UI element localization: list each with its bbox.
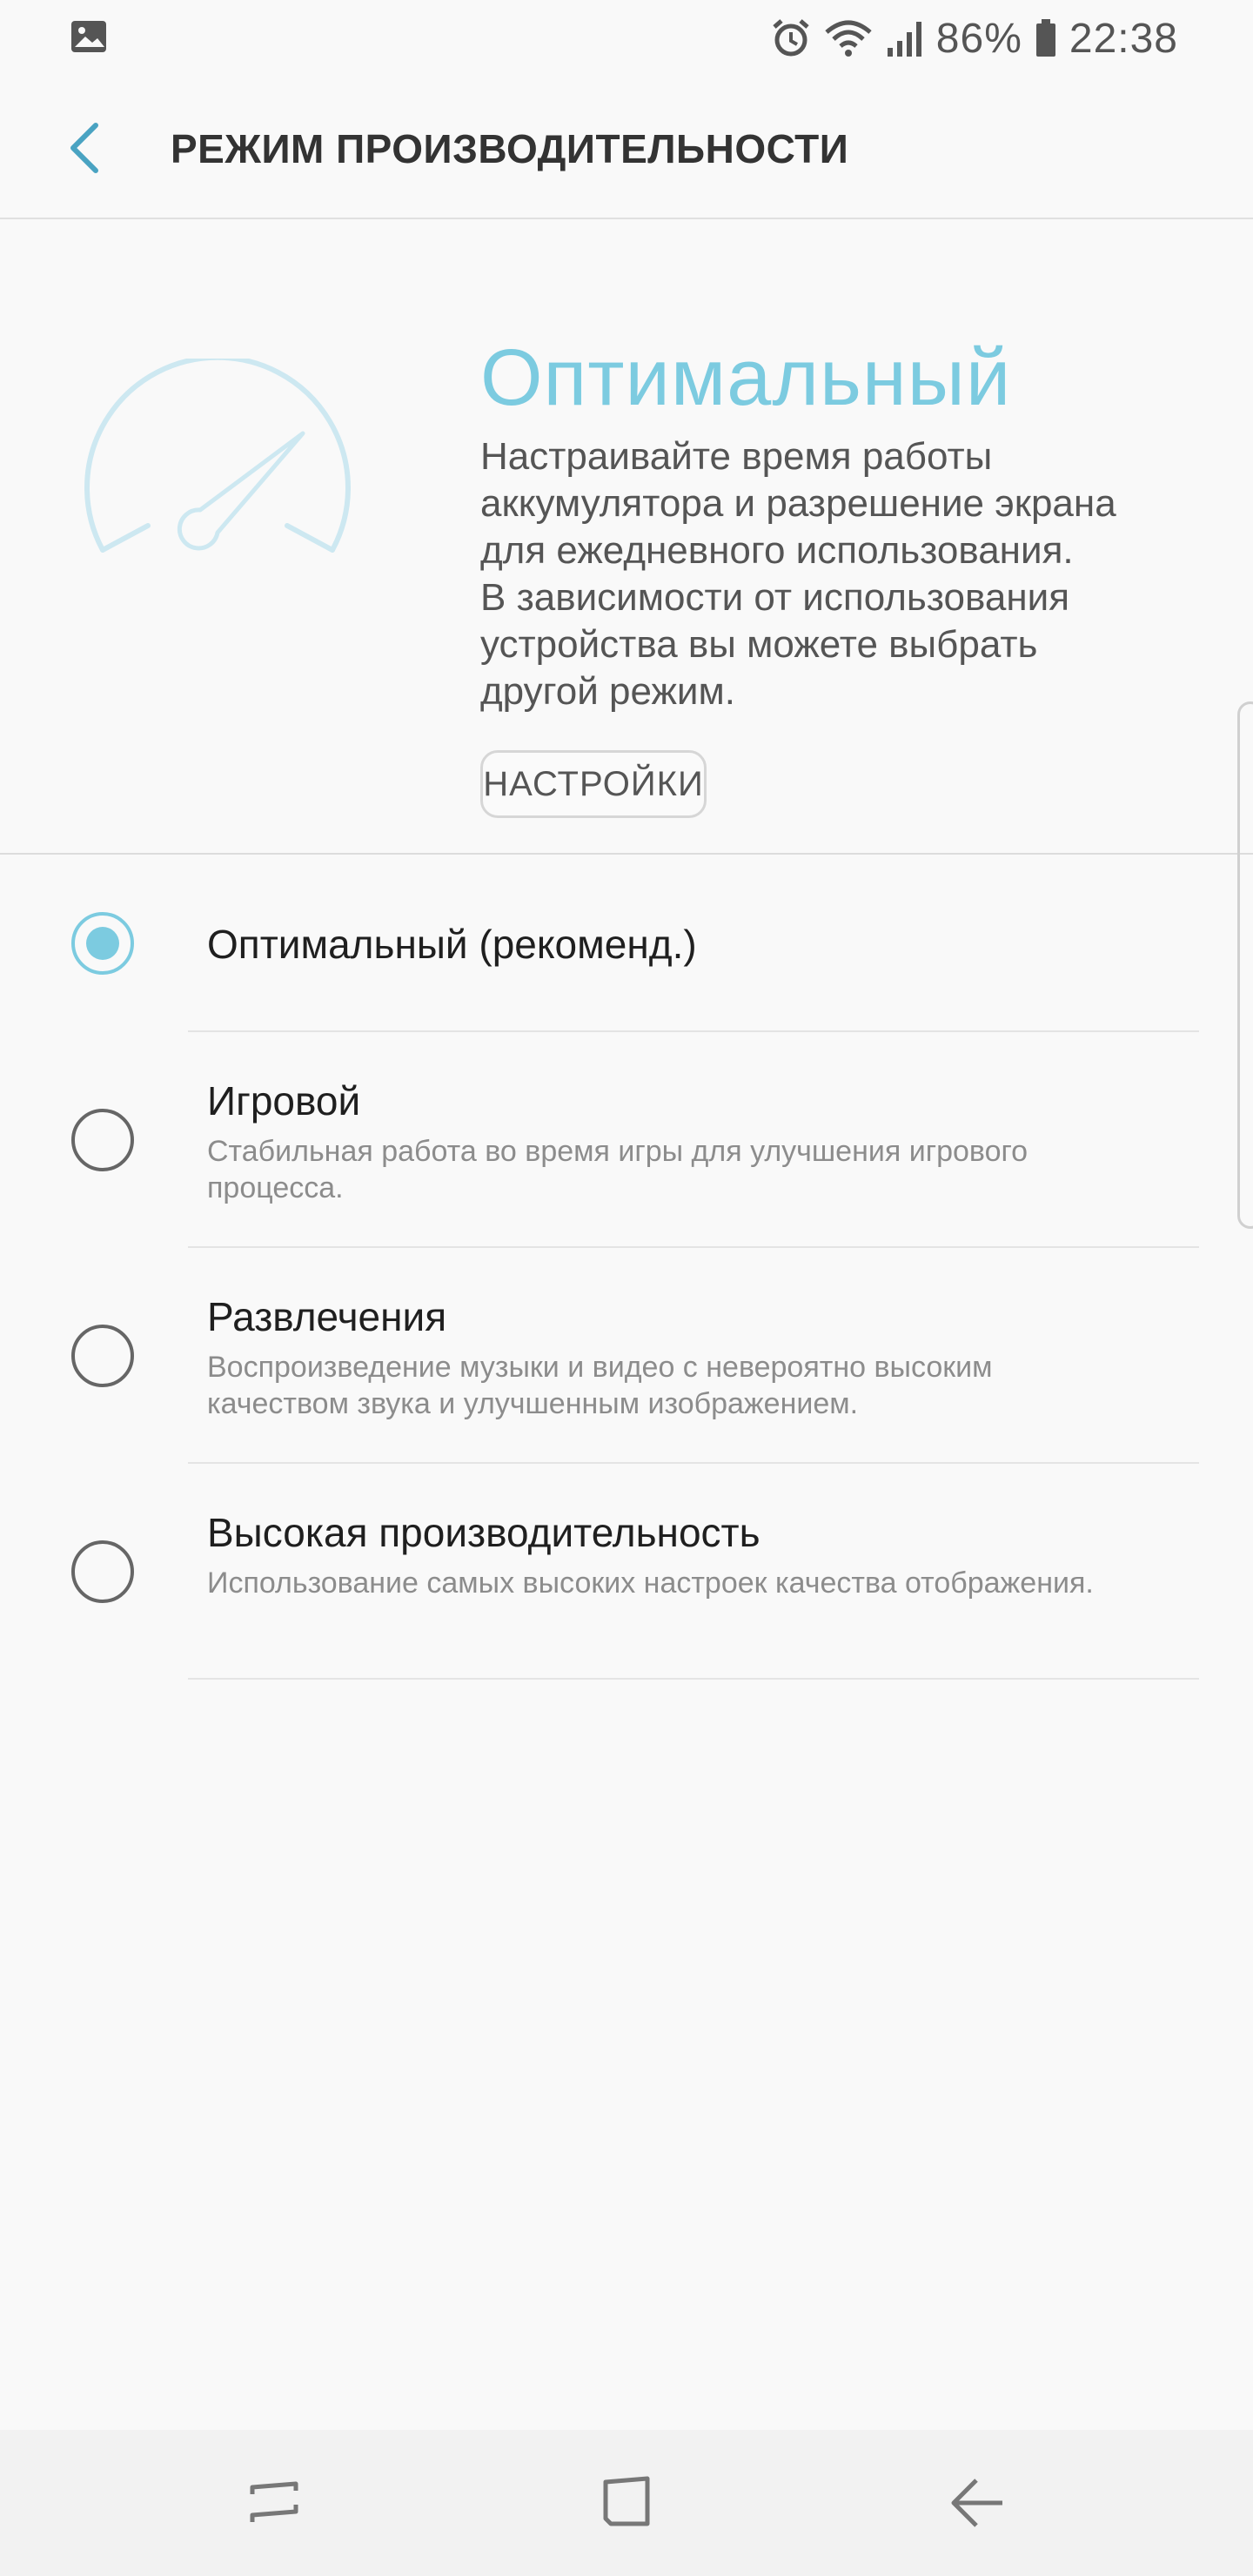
option-title: Развлечения <box>207 1294 447 1339</box>
option-description: Стабильная работа во время игры для улуч… <box>207 1135 1029 1204</box>
option-optimal[interactable]: Оптимальный (рекоменд.) <box>0 855 1253 1032</box>
option-entertainment[interactable]: Развлечения Воспроизведение музыки и вид… <box>0 1248 1253 1462</box>
page-title: РЕЖИМ ПРОИЗВОДИТЕЛЬНОСТИ <box>171 126 849 171</box>
settings-button[interactable]: НАСТРОЙКИ <box>480 750 707 818</box>
option-title: Оптимальный (рекоменд.) <box>207 922 697 967</box>
option-high-performance[interactable]: Высокая производительность Использование… <box>0 1464 1253 1678</box>
app-header: РЕЖИМ ПРОИЗВОДИТЕЛЬНОСТИ <box>0 78 1253 219</box>
radio-button[interactable] <box>71 1540 134 1603</box>
alarm-icon <box>773 19 809 57</box>
divider <box>188 1678 1199 1680</box>
option-description: Использование самых высоких настроек кач… <box>207 1566 1094 1600</box>
current-mode-description: Настраивайте время работы аккумулятора и… <box>480 435 1116 713</box>
wifi-icon <box>825 20 872 57</box>
battery-percent: 86% <box>935 15 1022 62</box>
radio-button[interactable] <box>71 1109 134 1171</box>
status-bar: 86% 22:38 <box>0 0 1253 78</box>
option-title: Высокая производительность <box>207 1510 761 1555</box>
signal-icon <box>887 22 921 57</box>
speedometer-icon <box>84 359 351 553</box>
back-button[interactable] <box>54 113 124 183</box>
recent-apps-icon[interactable] <box>240 2468 310 2538</box>
option-gaming[interactable]: Игровой Стабильная работа во время игры … <box>0 1032 1253 1246</box>
image-icon <box>71 21 106 52</box>
option-description: Воспроизведение музыки и видео с невероя… <box>207 1351 993 1420</box>
back-nav-icon[interactable] <box>941 2468 1011 2538</box>
radio-button[interactable] <box>71 912 134 975</box>
battery-icon <box>1035 19 1055 57</box>
clock: 22:38 <box>1069 15 1178 62</box>
navigation-bar <box>0 2430 1253 2576</box>
mode-summary: Оптимальный Настраивайте время работы ак… <box>0 219 1253 855</box>
current-mode-title: Оптимальный <box>480 333 1012 422</box>
home-icon[interactable] <box>592 2468 661 2538</box>
option-title: Игровой <box>207 1078 361 1124</box>
radio-button[interactable] <box>71 1325 134 1387</box>
